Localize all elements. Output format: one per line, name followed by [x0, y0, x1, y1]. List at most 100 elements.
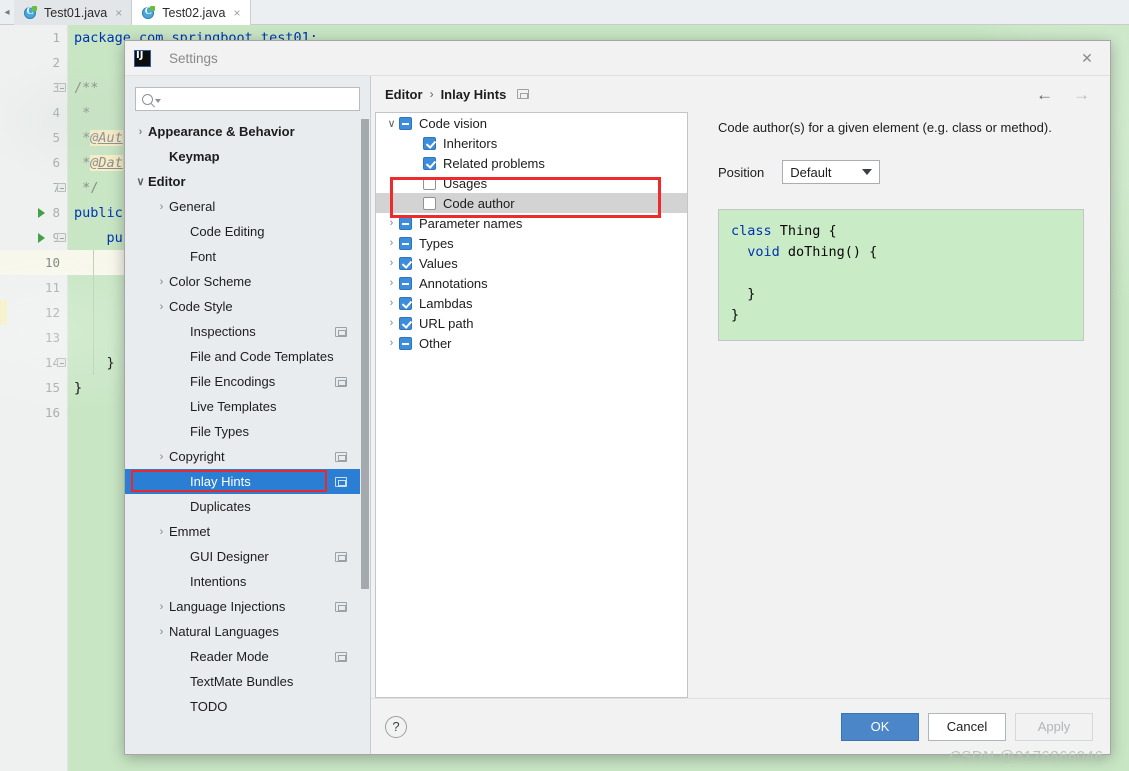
sidebar-item-keymap[interactable]: Keymap — [125, 144, 360, 169]
ok-button[interactable]: OK — [841, 712, 919, 741]
chevron-right-icon[interactable]: › — [384, 237, 399, 249]
checkbox-checked[interactable] — [399, 296, 412, 310]
checkbox-partial[interactable] — [399, 276, 412, 290]
code-fold-icon[interactable] — [57, 233, 66, 242]
sidebar-item-general[interactable]: › General — [125, 194, 360, 219]
checkbox-checked[interactable] — [399, 316, 412, 330]
sidebar-item-file-and-code-templates[interactable]: File and Code Templates — [125, 344, 360, 369]
chevron-right-icon[interactable]: › — [154, 626, 169, 638]
hint-row-related-problems[interactable]: Related problems — [376, 153, 687, 173]
code-fold-icon[interactable] — [57, 358, 66, 367]
chevron-right-icon[interactable]: › — [154, 526, 169, 538]
dialog-actions: OK Cancel Apply — [841, 712, 1093, 741]
hint-row-values[interactable]: › Values — [376, 253, 687, 273]
sidebar-item-file-encodings[interactable]: File Encodings — [125, 369, 360, 394]
editor-tab-2[interactable]: C Test02.java × — [132, 0, 251, 25]
dialog-title: Settings — [169, 50, 218, 66]
chevron-right-icon[interactable]: › — [154, 301, 169, 313]
sidebar-item-textmate-bundles[interactable]: TextMate Bundles — [125, 669, 360, 694]
chevron-right-icon[interactable]: › — [384, 297, 399, 309]
help-button[interactable]: ? — [385, 715, 407, 738]
search-box[interactable] — [135, 87, 360, 111]
hint-row-parameter-names[interactable]: › Parameter names — [376, 213, 687, 233]
code-line: /** — [74, 79, 99, 96]
hint-row-types[interactable]: › Types — [376, 233, 687, 253]
chevron-right-icon[interactable]: › — [384, 277, 399, 289]
navigation-scrollbar-thumb[interactable] — [361, 119, 369, 589]
chevron-right-icon[interactable]: › — [384, 317, 399, 329]
checkbox-checked[interactable] — [399, 256, 412, 270]
sidebar-item-emmet[interactable]: › Emmet — [125, 519, 360, 544]
chevron-right-icon[interactable]: › — [384, 337, 399, 349]
hint-row-other[interactable]: › Other — [376, 333, 687, 353]
checkbox-partial[interactable] — [399, 116, 412, 130]
sidebar-item-font[interactable]: Font — [125, 244, 360, 269]
sidebar-item-reader-mode[interactable]: Reader Mode — [125, 644, 360, 669]
hint-row-annotations[interactable]: › Annotations — [376, 273, 687, 293]
arrow-right-icon[interactable]: → — [1073, 86, 1090, 103]
chevron-right-icon[interactable]: › — [154, 601, 169, 613]
checkbox-unchecked[interactable] — [423, 196, 436, 210]
sidebar-item-color-scheme[interactable]: › Color Scheme — [125, 269, 360, 294]
checkbox-unchecked[interactable] — [423, 176, 436, 190]
run-gutter-icon[interactable] — [38, 233, 45, 243]
checkbox-partial[interactable] — [399, 336, 412, 350]
chevron-right-icon[interactable]: › — [384, 217, 399, 229]
sidebar-item-appearance-behavior[interactable]: › Appearance & Behavior — [125, 119, 360, 144]
breadcrumb-parent[interactable]: Editor — [385, 87, 423, 102]
hint-row-label: Annotations — [419, 275, 488, 291]
sidebar-item-file-types[interactable]: File Types — [125, 419, 360, 444]
tab-scroll-left-icon[interactable]: ◂ — [0, 0, 14, 25]
hint-row-url-path[interactable]: › URL path — [376, 313, 687, 333]
cancel-button[interactable]: Cancel — [928, 712, 1006, 741]
sidebar-item-code-style[interactable]: › Code Style — [125, 294, 360, 319]
tab-close-icon[interactable]: × — [233, 6, 240, 20]
hint-row-code-author[interactable]: Code author — [376, 193, 687, 213]
position-dropdown[interactable]: Default — [782, 160, 881, 184]
sidebar-item-language-injections[interactable]: › Language Injections — [125, 594, 360, 619]
chevron-right-icon[interactable]: › — [384, 257, 399, 269]
chevron-right-icon[interactable]: › — [154, 201, 169, 213]
sidebar-item-intentions[interactable]: Intentions — [125, 569, 360, 594]
sidebar-item-label: Copyright — [169, 449, 225, 464]
chevron-right-icon[interactable]: › — [133, 126, 148, 138]
apply-button[interactable]: Apply — [1015, 712, 1093, 741]
sidebar-item-code-editing[interactable]: Code Editing — [125, 219, 360, 244]
navigation-scrollbar[interactable] — [360, 119, 370, 754]
chevron-down-icon[interactable]: ∨ — [384, 117, 399, 130]
sidebar-item-duplicates[interactable]: Duplicates — [125, 494, 360, 519]
chevron-right-icon[interactable]: › — [154, 451, 169, 463]
run-gutter-icon[interactable] — [38, 208, 45, 218]
sidebar-item-todo[interactable]: TODO — [125, 694, 360, 719]
checkbox-checked[interactable] — [423, 156, 436, 170]
hint-row-lambdas[interactable]: › Lambdas — [376, 293, 687, 313]
chevron-down-icon[interactable]: ∨ — [133, 175, 148, 188]
checkbox-partial[interactable] — [399, 236, 412, 250]
tab-close-icon[interactable]: × — [115, 6, 122, 20]
settings-badge-icon — [517, 89, 530, 99]
close-icon[interactable]: ✕ — [1064, 41, 1110, 75]
search-input[interactable] — [166, 91, 353, 107]
sidebar-item-inspections[interactable]: Inspections — [125, 319, 360, 344]
hint-row-label: Lambdas — [419, 295, 473, 311]
sidebar-item-live-templates[interactable]: Live Templates — [125, 394, 360, 419]
sidebar-item-natural-languages[interactable]: › Natural Languages — [125, 619, 360, 644]
arrow-left-icon[interactable]: ← — [1036, 86, 1053, 103]
search-dropdown-icon[interactable] — [155, 99, 161, 103]
hint-row-usages[interactable]: Usages — [376, 173, 687, 193]
code-line: } — [74, 379, 83, 396]
chevron-right-icon[interactable]: › — [154, 276, 169, 288]
editor-tab-1[interactable]: C Test01.java × — [14, 0, 133, 25]
sidebar-item-copyright[interactable]: › Copyright — [125, 444, 360, 469]
sidebar-item-label: File Encodings — [190, 374, 276, 389]
sidebar-item-editor[interactable]: ∨ Editor — [125, 169, 360, 194]
hint-row-label: Other — [419, 335, 452, 351]
code-fold-icon[interactable] — [57, 183, 66, 192]
code-fold-icon[interactable] — [57, 83, 66, 92]
checkbox-checked[interactable] — [423, 136, 436, 150]
sidebar-item-gui-designer[interactable]: GUI Designer — [125, 544, 360, 569]
hint-row-inheritors[interactable]: Inheritors — [376, 133, 687, 153]
hint-row-code-vision[interactable]: ∨ Code vision — [376, 113, 687, 133]
sidebar-item-inlay-hints[interactable]: Inlay Hints — [125, 469, 360, 494]
checkbox-partial[interactable] — [399, 216, 412, 230]
